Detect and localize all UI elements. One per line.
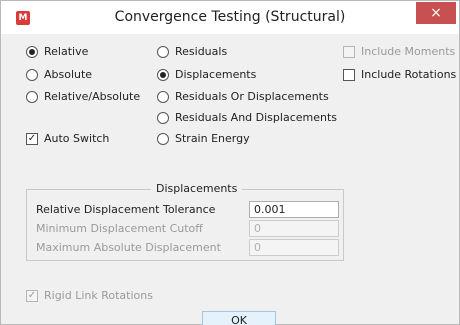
ok-button[interactable]: OK	[202, 311, 276, 325]
radio-button[interactable]	[157, 111, 169, 124]
auto-switch-checkbox[interactable]: ✓ Auto Switch	[26, 132, 109, 145]
radio-relative-absolute-label: Relative/Absolute	[44, 90, 141, 103]
radio-button[interactable]	[157, 45, 169, 58]
minimum-displacement-cutoff-field[interactable]: 0	[249, 220, 339, 237]
displacements-group-title: Displacements	[151, 182, 243, 195]
radio-relative[interactable]: Relative	[26, 45, 88, 58]
minimum-displacement-cutoff-label: Minimum Displacement Cutoff	[36, 222, 203, 235]
auto-switch-label: Auto Switch	[44, 132, 110, 145]
title-bar: M Convergence Testing (Structural) ×	[1, 1, 459, 34]
radio-residuals-and-displacements-label: Residuals And Displacements	[175, 111, 338, 124]
relative-displacement-tolerance-label: Relative Displacement Tolerance	[36, 203, 216, 216]
checkbox[interactable]	[343, 68, 355, 81]
radio-button[interactable]	[157, 90, 169, 103]
radio-button[interactable]	[26, 90, 38, 103]
radio-displacements-label: Displacements	[175, 68, 257, 81]
rigid-link-rotations-label: Rigid Link Rotations	[44, 289, 153, 302]
radio-absolute-label: Absolute	[44, 68, 93, 81]
maximum-absolute-displacement-label: Maximum Absolute Displacement	[36, 241, 221, 254]
radio-residuals-and-displacements[interactable]: Residuals And Displacements	[157, 111, 337, 124]
radio-strain-energy[interactable]: Strain Energy	[157, 132, 250, 145]
rigid-link-rotations-checkbox[interactable]: ✓ Rigid Link Rotations	[26, 289, 153, 302]
radio-residuals[interactable]: Residuals	[157, 45, 227, 58]
include-rotations-checkbox[interactable]: Include Rotations	[343, 68, 456, 81]
radio-strain-energy-label: Strain Energy	[175, 132, 250, 145]
radio-button[interactable]	[26, 45, 38, 58]
include-rotations-label: Include Rotations	[361, 68, 457, 81]
checkmark-icon[interactable]: ✓	[26, 289, 38, 302]
include-moments-checkbox[interactable]: Include Moments	[343, 45, 455, 58]
maximum-absolute-displacement-field[interactable]: 0	[249, 239, 339, 256]
radio-residuals-or-displacements-label: Residuals Or Displacements	[175, 90, 329, 103]
radio-relative-absolute[interactable]: Relative/Absolute	[26, 90, 140, 103]
radio-residuals-label: Residuals	[175, 45, 228, 58]
radio-absolute[interactable]: Absolute	[26, 68, 92, 81]
radio-displacements[interactable]: Displacements	[157, 68, 256, 81]
close-icon: ×	[430, 5, 442, 21]
close-button[interactable]: ×	[416, 2, 456, 24]
radio-button[interactable]	[157, 132, 169, 145]
include-moments-label: Include Moments	[361, 45, 456, 58]
checkbox[interactable]	[343, 45, 355, 58]
radio-residuals-or-displacements[interactable]: Residuals Or Displacements	[157, 90, 329, 103]
checkmark-icon[interactable]: ✓	[26, 132, 38, 145]
radio-button[interactable]	[157, 68, 169, 81]
radio-button[interactable]	[26, 68, 38, 81]
convergence-testing-dialog: M Convergence Testing (Structural) × Rel…	[0, 0, 460, 325]
relative-displacement-tolerance-field[interactable]: 0.001	[249, 201, 339, 218]
dialog-title: Convergence Testing (Structural)	[114, 9, 346, 25]
radio-relative-label: Relative	[44, 45, 89, 58]
